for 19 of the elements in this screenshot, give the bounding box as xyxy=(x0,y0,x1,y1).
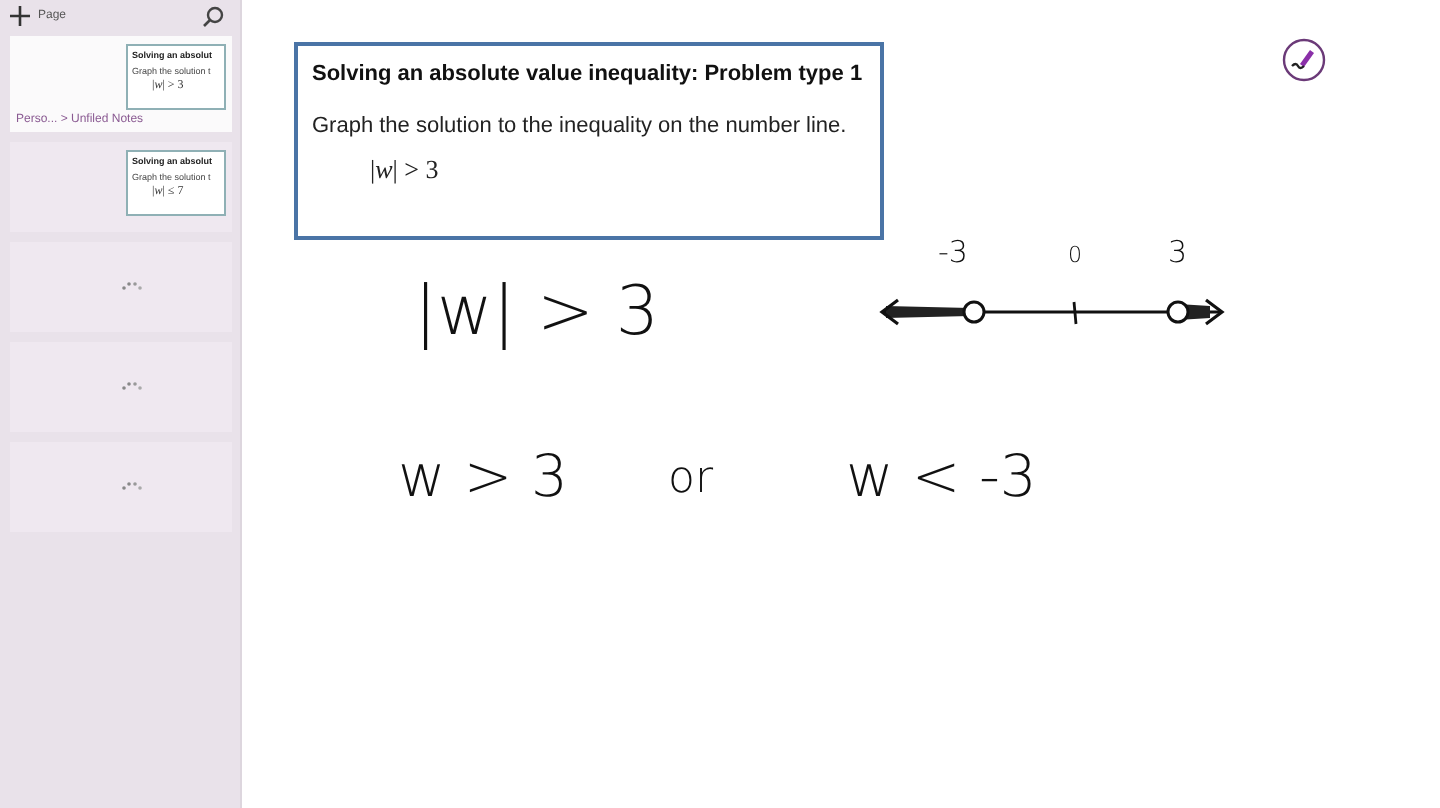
pen-icon[interactable] xyxy=(1282,38,1326,82)
loading-icon xyxy=(120,280,144,292)
page-item[interactable] xyxy=(10,242,232,332)
handwritten-label: -3 xyxy=(938,234,968,270)
page-item[interactable] xyxy=(10,342,232,432)
handwritten-label: 3 xyxy=(1168,234,1188,270)
problem-title: Solving an absolute value inequality: Problem type 1 xyxy=(312,62,865,86)
page-item[interactable] xyxy=(10,442,232,532)
loading-icon xyxy=(120,480,144,492)
plus-icon xyxy=(10,6,30,26)
handwritten-answer: w < -3 xyxy=(846,442,1037,510)
loading-icon xyxy=(120,380,144,392)
handwritten-label: 0 xyxy=(1068,242,1082,268)
handwritten-answer: w > 3 xyxy=(398,442,568,510)
handwritten-equation: |w| > 3 xyxy=(414,272,659,352)
inequality-text: |w| > 3 xyxy=(370,154,441,186)
handwritten-word: or xyxy=(668,454,714,504)
search-icon[interactable] xyxy=(202,5,224,27)
problem-instruction: Graph the solution to the inequality on the number line. xyxy=(312,114,849,138)
